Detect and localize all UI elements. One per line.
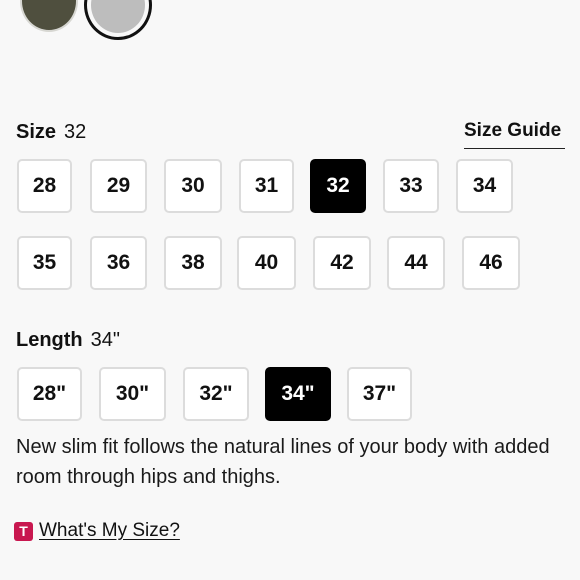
size-option-44[interactable]: 44	[387, 236, 445, 290]
size-option-28[interactable]: 28	[17, 159, 72, 213]
whats-my-size-link[interactable]: What's My Size?	[39, 520, 180, 542]
size-option-36[interactable]: 36	[90, 236, 147, 290]
size-option-42[interactable]: 42	[313, 236, 371, 290]
size-heading: Size 32	[16, 121, 86, 144]
size-option-29[interactable]: 29	[90, 159, 147, 213]
size-label: Size	[16, 121, 57, 143]
size-guide-link[interactable]: Size Guide	[464, 120, 565, 149]
color-swatch-grey-selected[interactable]	[84, 0, 152, 40]
size-option-31[interactable]: 31	[239, 159, 294, 213]
size-option-34[interactable]: 34	[456, 159, 513, 213]
whats-my-size[interactable]: T What's My Size?	[14, 520, 180, 542]
color-swatch-olive[interactable]	[20, 0, 78, 32]
size-selected-value: 32	[64, 121, 87, 143]
size-option-40[interactable]: 40	[237, 236, 296, 290]
size-option-30[interactable]: 30	[164, 159, 222, 213]
size-option-35[interactable]: 35	[17, 236, 72, 290]
fit-description: New slim fit follows the natural lines o…	[16, 436, 550, 488]
length-label: Length	[16, 329, 83, 351]
size-option-46[interactable]: 46	[462, 236, 520, 290]
length-option-37[interactable]: 37"	[347, 367, 412, 421]
size-option-33[interactable]: 33	[383, 159, 439, 213]
size-option-38[interactable]: 38	[164, 236, 222, 290]
length-heading: Length 34"	[16, 329, 120, 352]
size-option-32-selected[interactable]: 32	[310, 159, 366, 213]
color-swatch-grey-fill	[91, 0, 145, 33]
length-option-28[interactable]: 28"	[17, 367, 82, 421]
length-option-32[interactable]: 32"	[183, 367, 249, 421]
t-brand-icon: T	[14, 521, 33, 541]
length-selected-value: 34"	[90, 329, 121, 351]
length-option-34-selected[interactable]: 34"	[265, 367, 331, 421]
length-option-30[interactable]: 30"	[99, 367, 166, 421]
